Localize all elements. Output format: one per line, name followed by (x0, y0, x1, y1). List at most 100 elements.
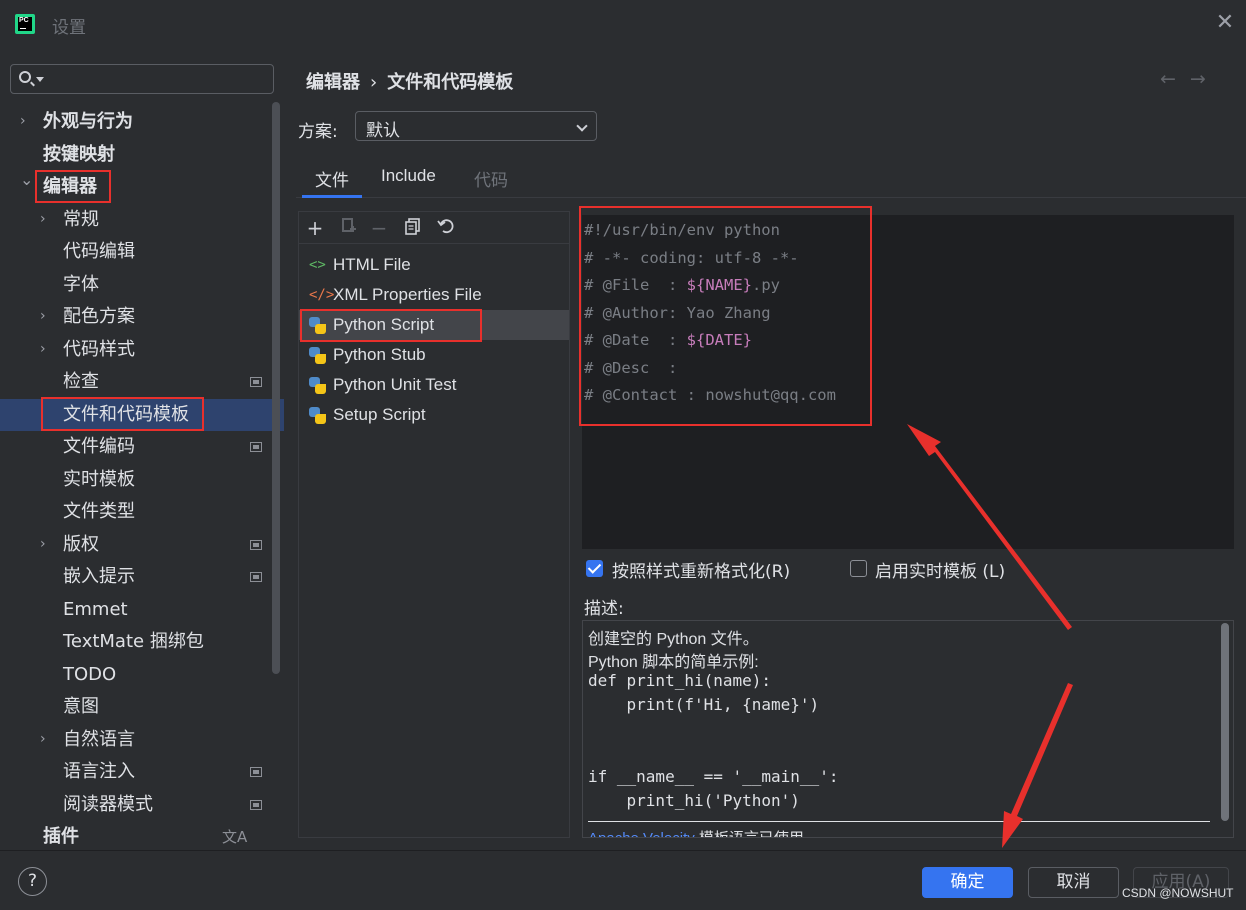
sidebar-item[interactable]: 按键映射 (0, 139, 284, 171)
sidebar-item[interactable]: › 自然语言 (0, 724, 284, 756)
watermark: CSDN @NOWSHUT (1122, 886, 1234, 900)
sidebar-item-label: 外观与行为 (43, 111, 133, 132)
sidebar-item-label: 代码样式 (63, 338, 135, 360)
description-divider (588, 821, 1210, 822)
sidebar-item[interactable]: › 代码样式 (0, 334, 284, 366)
template-toolbar: + − (299, 212, 569, 244)
sidebar-item[interactable]: 检查 (0, 366, 284, 398)
add-icon[interactable]: + (304, 217, 326, 239)
description-code-line: if __name__ == '__main__': (588, 767, 839, 786)
sidebar-item-label: Emmet (63, 598, 128, 620)
breadcrumb-parent[interactable]: 编辑器 (306, 72, 360, 93)
search-dropdown-icon[interactable] (36, 77, 44, 82)
chevron-right-icon[interactable]: › (40, 309, 50, 323)
scheme-label: 方案: (298, 122, 338, 142)
sidebar-item-label: 字体 (63, 273, 99, 295)
sidebar-item[interactable]: 字体 (0, 269, 284, 301)
chevron-right-icon[interactable]: › (20, 114, 30, 128)
reformat-label[interactable]: 按照样式重新格式化(R) (612, 557, 790, 582)
description-box: 创建空的 Python 文件。 Python 脚本的简单示例: def prin… (582, 620, 1234, 838)
template-tabs: 文件 Include 代码 (296, 162, 1246, 198)
sidebar-item[interactable]: 文件类型 (0, 496, 284, 528)
ok-button[interactable]: 确定 (922, 867, 1013, 898)
tab-include[interactable]: Include (381, 166, 436, 186)
dialog-footer: ? 确定 取消 应用(A) CSDN @NOWSHUT (0, 850, 1246, 910)
template-item[interactable]: Setup Script (299, 400, 569, 430)
search-icon (19, 71, 31, 83)
template-item[interactable]: <> HTML File (299, 250, 569, 280)
sidebar-item-label: 意图 (63, 696, 99, 717)
reset-icon[interactable] (435, 217, 457, 239)
sidebar-item-label: 文件编码 (63, 436, 135, 457)
sidebar-item[interactable]: TODO (0, 659, 284, 691)
annotation-box-file-templates (41, 397, 204, 431)
nav-arrows: ← → (1160, 68, 1220, 90)
sidebar-scrollbar[interactable] (272, 102, 280, 674)
sidebar-item[interactable]: › 常规 (0, 204, 284, 236)
chevron-right-icon[interactable]: › (40, 732, 50, 746)
project-level-icon (250, 767, 262, 777)
forward-arrow-icon[interactable]: → (1190, 68, 1206, 90)
sidebar-item-label: 自然语言 (63, 728, 135, 750)
pycharm-logo-icon: PC (15, 14, 35, 34)
annotation-box-python-script (300, 309, 482, 342)
annotation-box-editor (35, 170, 111, 203)
sidebar-item-label: TextMate 捆绑包 (63, 631, 204, 652)
breadcrumb-current: 文件和代码模板 (387, 72, 514, 93)
velocity-link[interactable]: Apache Velocity (588, 830, 695, 837)
help-button[interactable]: ? (18, 867, 47, 896)
sidebar-item-label: 嵌入提示 (63, 566, 135, 587)
breadcrumb: 编辑器 › 文件和代码模板 (306, 68, 513, 94)
sidebar-item-label: 检查 (63, 371, 99, 392)
sidebar-item[interactable]: › 配色方案 (0, 301, 284, 333)
search-input[interactable] (47, 67, 267, 91)
sidebar-item-label: 版权 (63, 533, 99, 555)
scheme-select[interactable]: 默认 (355, 111, 597, 141)
sidebar-item-label: 配色方案 (63, 306, 135, 327)
live-template-label[interactable]: 启用实时模板 (L) (875, 557, 1005, 582)
python-icon (309, 377, 326, 394)
content-panel: 编辑器 › 文件和代码模板 ← → 方案: 默认 文件 Include 代码 + − … (284, 50, 1246, 850)
scheme-value: 默认 (366, 121, 400, 141)
chevron-right-icon[interactable]: › (40, 342, 50, 356)
sidebar-item[interactable]: Emmet (0, 594, 284, 626)
search-input-container[interactable] (10, 64, 274, 94)
project-level-icon (250, 572, 262, 582)
live-template-checkbox[interactable] (850, 560, 867, 577)
sidebar-item[interactable]: 文件编码 (0, 431, 284, 463)
chevron-down-icon[interactable]: ⌄ (20, 172, 33, 188)
close-icon[interactable]: ✕ (1214, 12, 1236, 34)
xml-icon: </> (309, 287, 335, 303)
tab-files[interactable]: 文件 (302, 166, 362, 198)
sidebar-item[interactable]: 意图 (0, 691, 284, 723)
sidebar-item[interactable]: 代码编辑 (0, 236, 284, 268)
sidebar-item[interactable]: 语言注入 (0, 756, 284, 788)
breadcrumb-separator: › (370, 72, 378, 93)
description-code-line: print(f'Hi, {name}') (588, 695, 820, 714)
duplicate-icon[interactable] (402, 217, 424, 239)
sidebar-item-label: 插件 (43, 826, 79, 847)
template-item[interactable]: Python Unit Test (299, 370, 569, 400)
chevron-right-icon[interactable]: › (40, 212, 50, 226)
project-level-icon (250, 539, 262, 550)
reformat-checkbox[interactable] (586, 560, 603, 577)
cancel-button[interactable]: 取消 (1028, 867, 1119, 898)
python-icon (309, 407, 326, 424)
chevron-right-icon[interactable]: › (40, 537, 50, 551)
sidebar-item[interactable]: 实时模板 (0, 464, 284, 496)
sidebar-item[interactable]: › 外观与行为 (0, 106, 284, 138)
template-item[interactable]: Python Stub (299, 340, 569, 370)
sidebar-item[interactable]: TextMate 捆绑包 (0, 626, 284, 658)
sidebar-item-label: 语言注入 (63, 761, 135, 782)
description-scrollbar[interactable] (1221, 623, 1229, 821)
template-item-label: Python Stub (333, 345, 426, 364)
template-item[interactable]: </> XML Properties File (299, 280, 569, 310)
remove-icon: − (370, 216, 388, 240)
project-level-icon (250, 377, 262, 387)
sidebar-item[interactable]: › 版权 (0, 529, 284, 561)
sidebar-item[interactable]: 嵌入提示 (0, 561, 284, 593)
back-arrow-icon[interactable]: ← (1160, 68, 1176, 90)
sidebar-item[interactable]: 插件 文A (0, 821, 284, 853)
sidebar-item[interactable]: 阅读器模式 (0, 789, 284, 821)
description-code-line: def print_hi(name): (588, 671, 772, 690)
